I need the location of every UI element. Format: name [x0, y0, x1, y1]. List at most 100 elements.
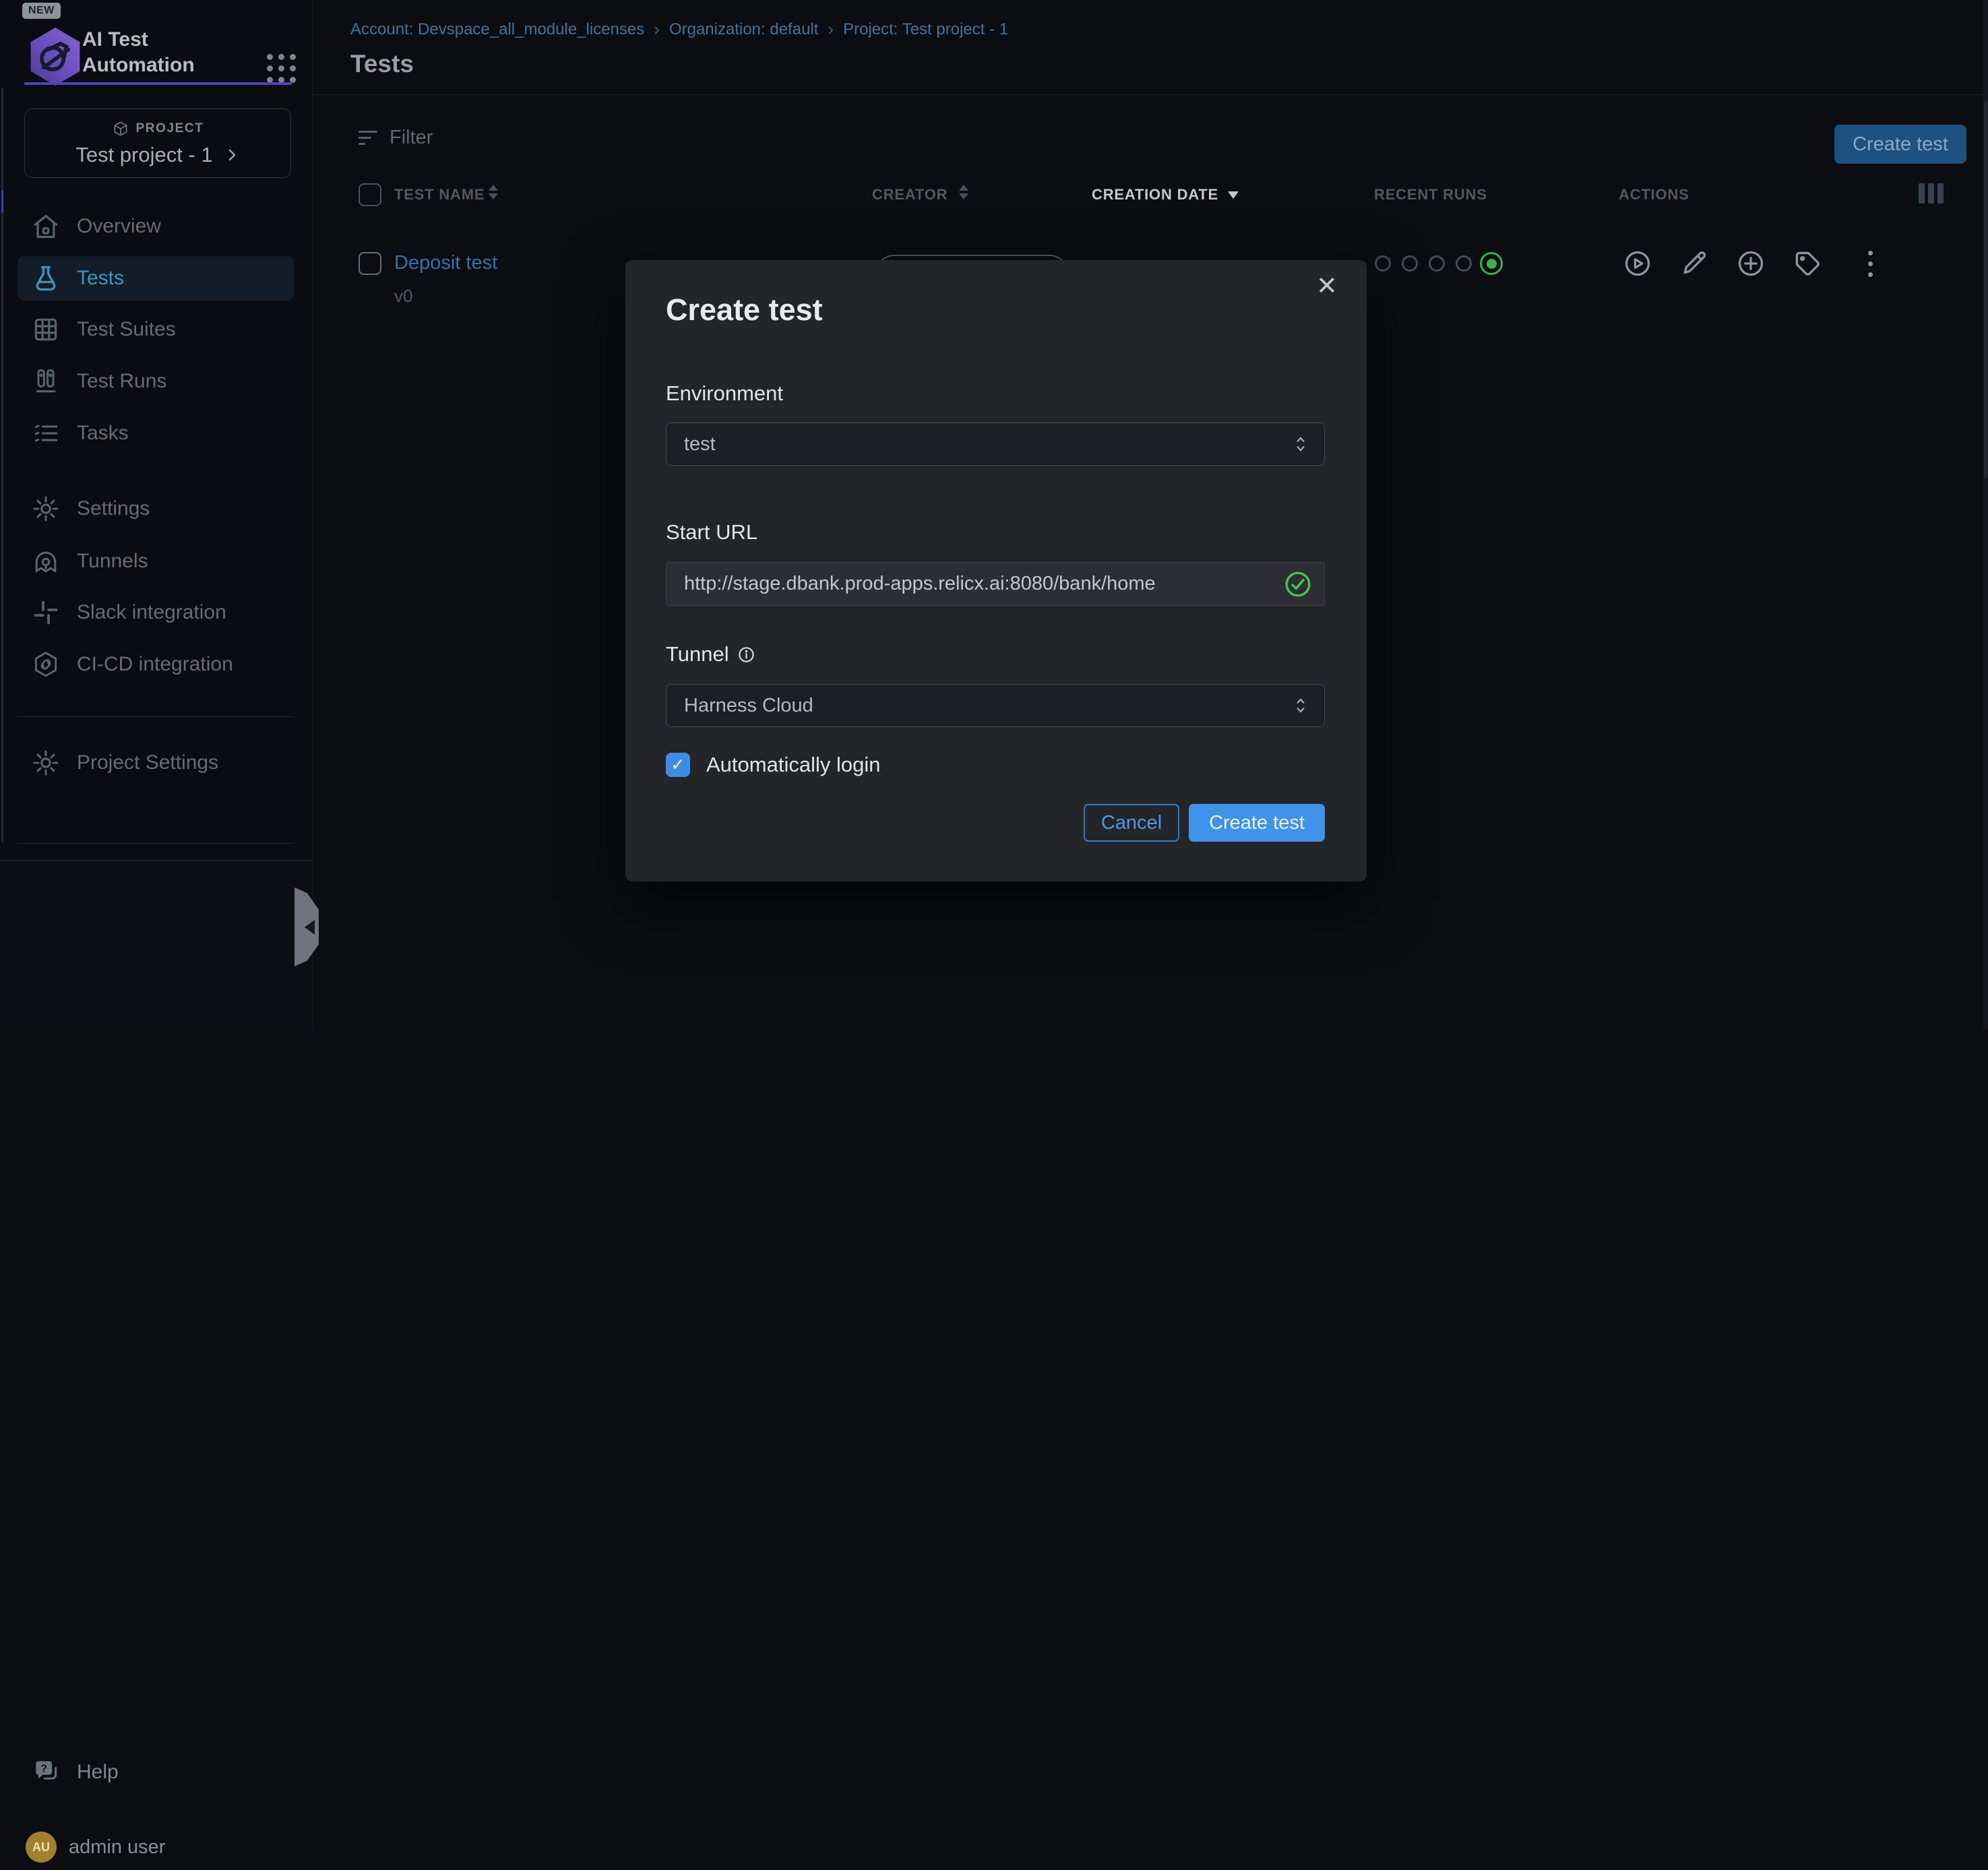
select-chevrons-icon	[1292, 434, 1309, 454]
run-status-dot[interactable]	[1429, 255, 1445, 272]
list-icon	[31, 418, 61, 448]
start-url-input[interactable]: http://stage.dbank.prod-apps.relicx.ai:8…	[666, 562, 1325, 606]
column-header-creator[interactable]: CREATOR	[872, 186, 948, 204]
chevron-right-icon	[224, 147, 240, 163]
tag-test-button[interactable]	[1793, 249, 1822, 278]
environment-value: test	[684, 433, 716, 456]
cancel-button[interactable]: Cancel	[1084, 804, 1179, 842]
sort-desc-icon	[1228, 191, 1239, 199]
start-url-label: Start URL	[666, 520, 757, 544]
project-switcher[interactable]: PROJECT Test project - 1	[24, 108, 291, 178]
plus-circle-icon	[1736, 249, 1766, 278]
modal-title: Create test	[666, 292, 823, 328]
column-header-creation-date[interactable]: CREATION DATE	[1092, 186, 1218, 204]
column-header-test-name[interactable]: TEST NAME	[394, 186, 485, 204]
run-status-dot[interactable]	[1402, 255, 1418, 272]
sidebar-item-tasks[interactable]: Tasks	[18, 411, 294, 456]
start-url-value: http://stage.dbank.prod-apps.relicx.ai:8…	[684, 573, 1156, 595]
grid-icon	[31, 315, 61, 344]
slack-icon	[31, 598, 61, 627]
breadcrumb-separator: ›	[828, 19, 834, 40]
collapse-left-arrow-icon	[305, 920, 315, 935]
sort-arrows-icon[interactable]	[959, 185, 968, 199]
home-icon	[31, 212, 61, 241]
sidebar-divider	[18, 843, 294, 844]
sidebar-item-tunnels[interactable]: Tunnels	[18, 539, 294, 584]
breadcrumb-separator: ›	[654, 19, 660, 40]
close-icon[interactable]: ✕	[1316, 274, 1338, 299]
sidebar-divider	[18, 716, 294, 717]
sidebar-item-tests[interactable]: Tests	[18, 256, 294, 301]
create-test-modal: ✕ Create test Environment test Start URL…	[625, 260, 1367, 881]
sidebar-item-cicd-integration[interactable]: CI-CD integration	[18, 642, 294, 687]
app-logo-icon	[24, 24, 86, 90]
breadcrumb-organization-link[interactable]: Organization: default	[669, 20, 818, 39]
sort-arrows-icon[interactable]	[489, 185, 498, 199]
environment-select[interactable]: test	[666, 423, 1325, 466]
sidebar-item-label: Settings	[77, 497, 150, 520]
info-icon[interactable]	[737, 646, 755, 664]
test-name-link[interactable]: Deposit test	[394, 252, 497, 274]
project-box-icon	[112, 120, 129, 137]
sidebar-item-test-runs[interactable]: Test Runs	[18, 359, 294, 404]
select-all-checkbox[interactable]	[359, 183, 381, 206]
more-actions-button[interactable]	[1868, 251, 1873, 277]
project-kind-label: PROJECT	[136, 121, 204, 136]
sidebar-item-test-suites[interactable]: Test Suites	[18, 307, 294, 352]
flask-icon	[31, 263, 61, 293]
run-status-dot[interactable]	[1456, 255, 1472, 272]
breadcrumb: Account: Devspace_all_module_licenses › …	[350, 19, 1008, 40]
breadcrumb-project-link[interactable]: Project: Test project - 1	[843, 20, 1008, 39]
edit-test-button[interactable]	[1679, 249, 1709, 278]
tunnel-icon	[31, 547, 61, 576]
auto-login-option[interactable]: ✓ Automatically login	[666, 753, 880, 777]
sidebar-item-overview[interactable]: Overview	[18, 204, 294, 249]
gear-icon	[31, 748, 61, 778]
breadcrumb-account-link[interactable]: Account: Devspace_all_module_licenses	[350, 20, 644, 39]
modal-create-test-button[interactable]: Create test	[1189, 804, 1325, 842]
sidebar-item-label: Slack integration	[77, 601, 226, 624]
sidebar-item-label: Tests	[77, 267, 124, 290]
filter-label: Filter	[390, 127, 433, 149]
sidebar-item-project-settings[interactable]: Project Settings	[18, 741, 294, 785]
page-title: Tests	[350, 50, 414, 78]
page-scrollbar-thumb[interactable]	[1984, 101, 1987, 478]
user-menu[interactable]: AU admin user	[18, 1824, 294, 1870]
test-version: v0	[394, 286, 412, 307]
tunnel-select[interactable]: Harness Cloud	[666, 684, 1325, 727]
sidebar-item-label: CI-CD integration	[77, 653, 233, 676]
tag-icon	[1793, 249, 1822, 278]
project-name: Test project - 1	[75, 143, 212, 167]
tunnel-label-text: Tunnel	[666, 642, 729, 666]
tunnel-label: Tunnel	[666, 642, 755, 666]
filter-button[interactable]: Filter	[359, 123, 433, 152]
auto-login-label: Automatically login	[706, 753, 880, 777]
run-status-dot[interactable]	[1480, 252, 1503, 275]
sidebar-item-label: Tunnels	[77, 550, 148, 573]
add-to-suite-button[interactable]	[1736, 249, 1766, 278]
sidebar-item-slack-integration[interactable]: Slack integration	[18, 590, 294, 635]
row-checkbox[interactable]	[359, 252, 381, 275]
column-header-recent-runs: RECENT RUNS	[1374, 186, 1487, 204]
svg-text:?: ?	[40, 1763, 47, 1774]
create-test-button[interactable]: Create test	[1834, 125, 1966, 164]
columns-icon	[31, 367, 61, 396]
sidebar-item-label: Test Runs	[77, 370, 166, 393]
user-name: admin user	[69, 1836, 165, 1859]
sidebar: NEW AI Test Automation	[0, 0, 313, 1030]
sidebar-item-label: Overview	[77, 215, 161, 238]
sidebar-item-label: Test Suites	[77, 318, 176, 341]
help-button[interactable]: ? Help	[18, 1750, 294, 1795]
header-divider	[313, 94, 1988, 95]
cicd-hexagon-link-icon	[31, 650, 61, 679]
avatar: AU	[26, 1832, 57, 1863]
sidebar-item-settings[interactable]: Settings	[18, 487, 294, 531]
run-status-dot[interactable]	[1375, 255, 1391, 272]
environment-label-text: Environment	[666, 381, 783, 406]
column-settings-icon[interactable]	[1919, 183, 1944, 204]
play-circle-icon	[1623, 249, 1652, 278]
auto-login-checkbox[interactable]: ✓	[666, 753, 690, 777]
new-badge: NEW	[22, 3, 61, 19]
run-test-button[interactable]	[1623, 249, 1652, 278]
help-label: Help	[77, 1761, 119, 1784]
